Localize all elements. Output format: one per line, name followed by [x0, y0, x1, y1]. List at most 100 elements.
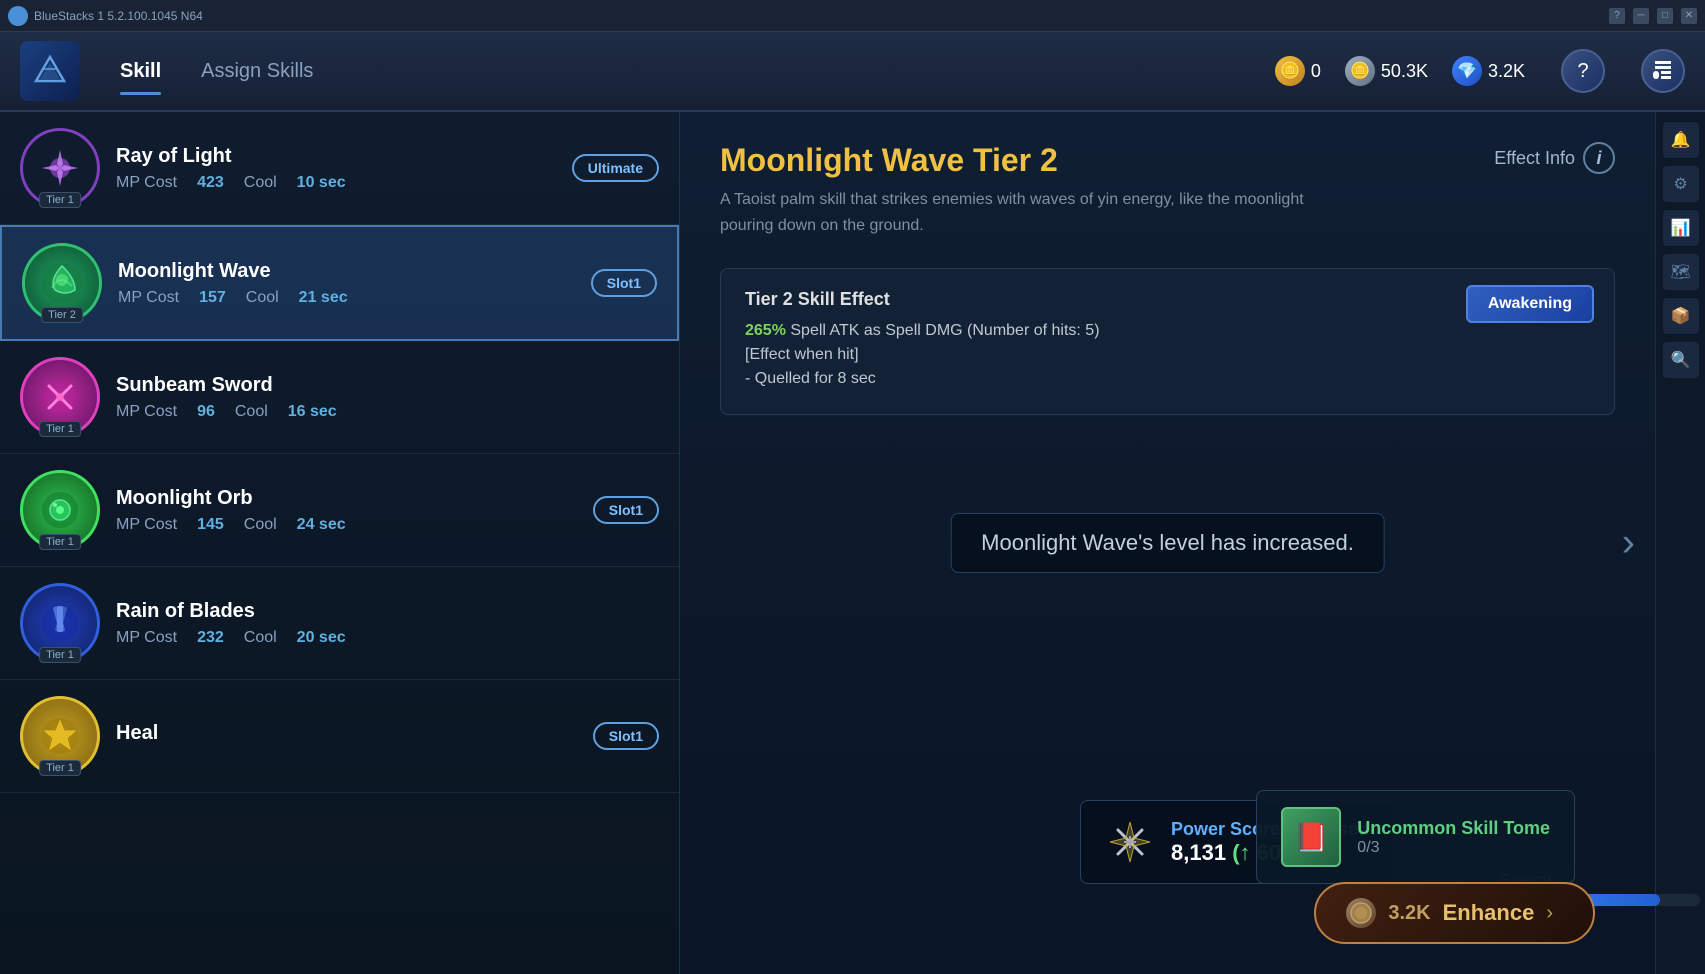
tier-badge-moonlight: Tier 2	[41, 307, 83, 323]
minimize-btn[interactable]: ─	[1633, 8, 1649, 24]
skill-icon-wrap-sunbeam: Tier 1	[20, 357, 100, 437]
mp-label2: MP Cost	[118, 289, 179, 307]
effect-text-1: Spell ATK as Spell DMG (Number of hits: …	[790, 322, 1099, 339]
mp-value4: 145	[197, 516, 224, 534]
tab-skill[interactable]: Skill	[120, 52, 161, 91]
sidebar-icon-5[interactable]: 🔍	[1663, 342, 1699, 378]
cool-value2: 21 sec	[299, 289, 348, 307]
notification-text: Moonlight Wave's level has increased.	[981, 530, 1354, 555]
skill-icon-wrap-moonlight: Tier 2	[22, 243, 102, 323]
sunbeam-sword-info: Sunbeam Sword MP Cost 96 Cool 16 sec	[116, 374, 659, 421]
sidebar-icon-0[interactable]: 🔔	[1663, 122, 1699, 158]
cool-value4: 24 sec	[297, 516, 346, 534]
rain-of-blades-stats: MP Cost 232 Cool 20 sec	[116, 629, 659, 647]
silver-coin-icon: 🪙	[1345, 56, 1375, 86]
ultimate-badge: Ultimate	[572, 154, 659, 182]
sunbeam-sword-stats: MP Cost 96 Cool 16 sec	[116, 403, 659, 421]
effect-text-3: - Quelled for 8 sec	[745, 370, 876, 387]
mp-value: 423	[197, 174, 224, 192]
enhance-arrow-icon: ›	[1546, 902, 1553, 925]
next-arrow[interactable]: ›	[1622, 521, 1635, 566]
tome-info: Uncommon Skill Tome 0/3	[1357, 818, 1550, 857]
cool-label3: Cool	[235, 403, 268, 421]
skill-icon-wrap: Tier 1	[20, 128, 100, 208]
help-button[interactable]: ?	[1561, 49, 1605, 93]
skill-item-moonlight-wave[interactable]: Tier 2 Moonlight Wave MP Cost 157 Cool 2…	[0, 225, 679, 341]
slot1-badge-orb: Slot1	[593, 496, 659, 524]
skill-icon-wrap-orb: Tier 1	[20, 470, 100, 550]
heal-name: Heal	[116, 722, 593, 745]
currency-blue: 💎 3.2K	[1452, 56, 1525, 86]
heal-info: Heal	[116, 722, 593, 751]
ray-of-light-stats: MP Cost 423 Cool 10 sec	[116, 174, 572, 192]
sidebar-icon-1[interactable]: ⚙	[1663, 166, 1699, 202]
moonlight-wave-stats: MP Cost 157 Cool 21 sec	[118, 289, 591, 307]
blue-gem-icon: 💎	[1452, 56, 1482, 86]
enhance-label: Enhance	[1443, 900, 1535, 926]
currency-gold: 🪙 0	[1275, 56, 1321, 86]
sidebar-icon-2[interactable]: 📊	[1663, 210, 1699, 246]
tab-assign-skills[interactable]: Assign Skills	[201, 52, 313, 91]
moonlight-orb-info: Moonlight Orb MP Cost 145 Cool 24 sec	[116, 487, 593, 534]
skill-effect-title: Tier 2 Skill Effect	[745, 289, 1590, 310]
effect-info-button[interactable]: Effect Info i	[1494, 142, 1615, 174]
cool-value3: 16 sec	[288, 403, 337, 421]
effect-line-3: - Quelled for 8 sec	[745, 370, 1590, 388]
cool-value5: 20 sec	[297, 629, 346, 647]
moonlight-orb-name: Moonlight Orb	[116, 487, 593, 510]
ray-of-light-info: Ray of Light MP Cost 423 Cool 10 sec	[116, 145, 572, 192]
nav-logo[interactable]	[20, 41, 80, 101]
awakening-button[interactable]: Awakening	[1466, 285, 1594, 323]
power-score-icon	[1105, 817, 1155, 867]
skill-item-moonlight-orb[interactable]: Tier 1 Moonlight Orb MP Cost 145 Cool 24…	[0, 454, 679, 567]
ray-of-light-name: Ray of Light	[116, 145, 572, 168]
right-sidebar: 🔔 ⚙ 📊 🗺 📦 🔍	[1655, 112, 1705, 974]
enhance-button[interactable]: 3.2K Enhance ›	[1314, 882, 1595, 944]
nav-tabs: Skill Assign Skills	[120, 52, 313, 91]
cool-label4: Cool	[244, 516, 277, 534]
skill-detail-title: Moonlight Wave Tier 2	[720, 142, 1615, 179]
tier-badge-ray: Tier 1	[39, 192, 81, 208]
sidebar-icon-4[interactable]: 📦	[1663, 298, 1699, 334]
mp-label5: MP Cost	[116, 629, 177, 647]
restore-btn[interactable]: □	[1657, 8, 1673, 24]
window-controls: ? ─ □ ✕	[1609, 8, 1697, 24]
skill-description: A Taoist palm skill that strikes enemies…	[720, 187, 1320, 238]
tier-badge-blades: Tier 1	[39, 647, 81, 663]
skill-tome-popup: 📕 Uncommon Skill Tome 0/3	[1256, 790, 1575, 884]
skill-list: Tier 1 Ray of Light MP Cost 423 Cool 10 …	[0, 112, 680, 974]
content-area: Tier 1 Ray of Light MP Cost 423 Cool 10 …	[0, 112, 1705, 974]
close-btn[interactable]: ✕	[1681, 8, 1697, 24]
main-nav: Skill Assign Skills 🪙 0 🪙 50.3K 💎 3.2K ?	[0, 32, 1705, 112]
currency-silver: 🪙 50.3K	[1345, 56, 1428, 86]
silver-amount: 50.3K	[1381, 61, 1428, 82]
help-btn[interactable]: ?	[1609, 8, 1625, 24]
enhance-coin-icon	[1346, 898, 1376, 928]
effect-info-icon: i	[1583, 142, 1615, 174]
rain-of-blades-info: Rain of Blades MP Cost 232 Cool 20 sec	[116, 600, 659, 647]
sidebar-icon-3[interactable]: 🗺	[1663, 254, 1699, 290]
mp-value5: 232	[197, 629, 224, 647]
mp-value2: 157	[199, 289, 226, 307]
skill-item-heal[interactable]: Tier 1 Heal Slot1	[0, 680, 679, 793]
gold-coin-icon: 🪙	[1275, 56, 1305, 86]
effect-text-2: [Effect when hit]	[745, 346, 859, 363]
mp-label3: MP Cost	[116, 403, 177, 421]
slot1-badge-heal: Slot1	[593, 722, 659, 750]
skill-item-sunbeam-sword[interactable]: Tier 1 Sunbeam Sword MP Cost 96 Cool 16 …	[0, 341, 679, 454]
skill-item-ray-of-light[interactable]: Tier 1 Ray of Light MP Cost 423 Cool 10 …	[0, 112, 679, 225]
cool-value: 10 sec	[297, 174, 346, 192]
effect-info-label: Effect Info	[1494, 148, 1575, 169]
tier-badge-sunbeam: Tier 1	[39, 421, 81, 437]
app-title: BlueStacks 1 5.2.100.1045 N64	[34, 9, 203, 23]
effect-percent: 265%	[745, 322, 786, 339]
rain-of-blades-name: Rain of Blades	[116, 600, 659, 623]
slot1-badge-moonlight: Slot1	[591, 269, 657, 297]
effect-line-1: 265% Spell ATK as Spell DMG (Number of h…	[745, 322, 1590, 340]
sunbeam-sword-name: Sunbeam Sword	[116, 374, 659, 397]
tome-count: 0/3	[1357, 839, 1550, 857]
profile-button[interactable]	[1641, 49, 1685, 93]
skill-item-rain-of-blades[interactable]: Tier 1 Rain of Blades MP Cost 232 Cool 2…	[0, 567, 679, 680]
cool-label5: Cool	[244, 629, 277, 647]
nav-currency: 🪙 0 🪙 50.3K 💎 3.2K ?	[1275, 49, 1685, 93]
